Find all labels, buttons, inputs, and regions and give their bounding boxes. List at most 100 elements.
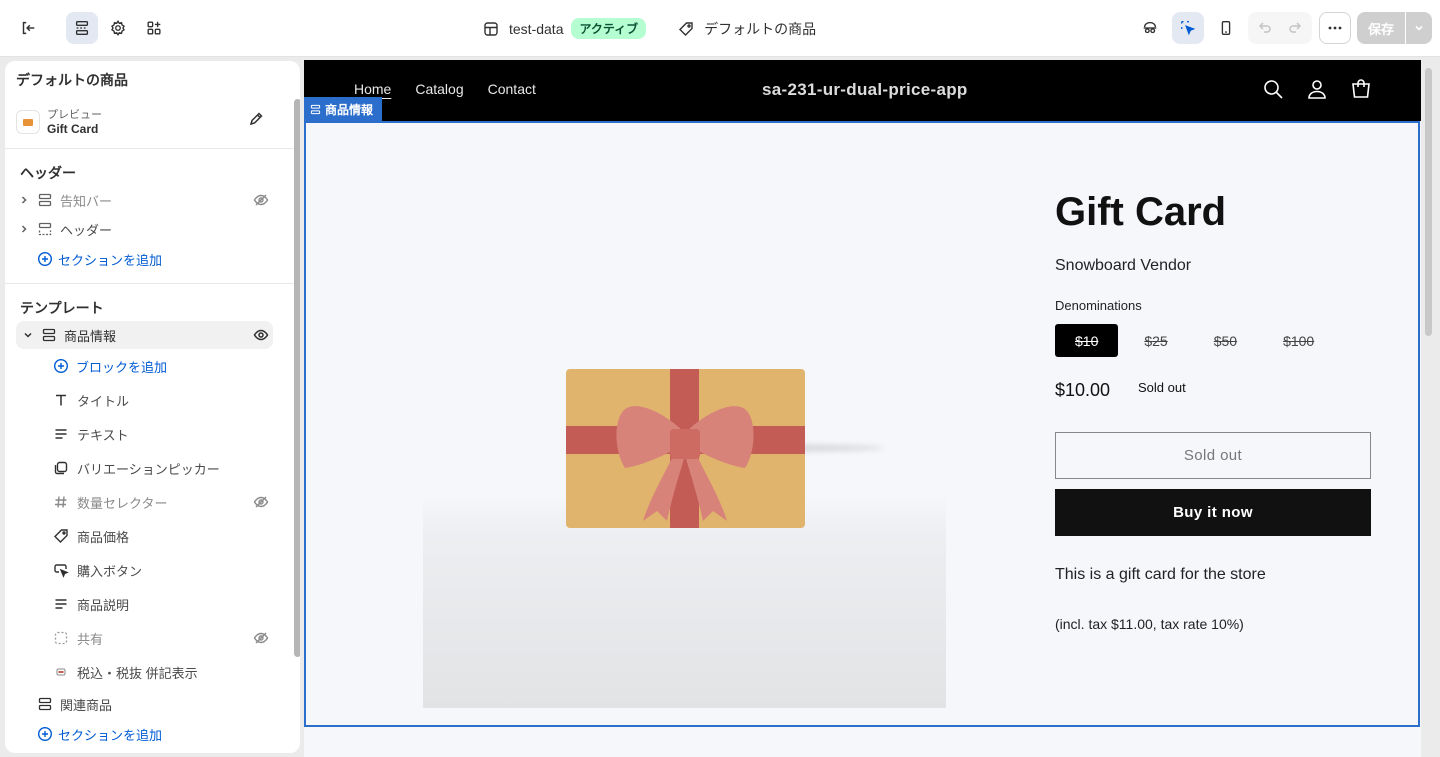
apps-icon bbox=[147, 21, 161, 35]
block-label: 商品価格 bbox=[77, 529, 130, 545]
chevron-right-icon[interactable] bbox=[18, 194, 30, 206]
sidebar-item-product-info[interactable]: 商品情報 bbox=[16, 321, 273, 349]
block-item-description[interactable]: 商品説明 bbox=[16, 590, 273, 618]
layout-icon bbox=[484, 21, 498, 36]
theme-name: test-data bbox=[509, 20, 564, 37]
eye-icon[interactable] bbox=[253, 327, 269, 343]
editor-topbar: test-data アクティブ デフォルトの商品 保存 bbox=[0, 0, 1440, 57]
block-label: 購入ボタン bbox=[77, 563, 143, 579]
align-left-icon bbox=[55, 429, 67, 439]
nav-catalog-link[interactable]: Catalog bbox=[415, 81, 463, 97]
sections-icon bbox=[75, 21, 89, 35]
hash-icon bbox=[55, 496, 67, 508]
eye-hidden-icon[interactable] bbox=[253, 192, 269, 208]
sidebar-scrollbar[interactable] bbox=[294, 99, 300, 657]
denomination-picker: $10 $25 $50 $100 bbox=[1055, 324, 1340, 357]
section-icon bbox=[310, 104, 321, 114]
sold-out-badge: Sold out bbox=[1138, 380, 1186, 395]
tag-icon bbox=[679, 21, 693, 36]
nav-home-link[interactable]: Home bbox=[354, 81, 391, 97]
theme-settings-button[interactable] bbox=[102, 12, 134, 44]
chevron-down-icon[interactable] bbox=[22, 329, 34, 341]
sections-tab-button[interactable] bbox=[66, 12, 98, 44]
exit-icon bbox=[22, 21, 35, 35]
block-item-share[interactable]: 共有 bbox=[16, 624, 273, 652]
preview-label: プレビュー bbox=[47, 108, 102, 121]
block-label: タイトル bbox=[77, 393, 130, 409]
sold-out-button[interactable]: Sold out bbox=[1055, 432, 1371, 479]
preview-value: Gift Card bbox=[47, 121, 99, 136]
section-icon bbox=[38, 697, 52, 711]
section-label-tag[interactable]: 商品情報 bbox=[304, 97, 382, 121]
undo-button[interactable] bbox=[1248, 12, 1280, 44]
template-selector[interactable]: デフォルトの商品 bbox=[678, 19, 816, 39]
mobile-view-button[interactable] bbox=[1210, 12, 1242, 44]
theme-selector[interactable]: test-data アクティブ デフォルトの商品 bbox=[483, 18, 816, 39]
plus-circle-icon bbox=[37, 726, 53, 742]
preview-scrollbar[interactable] bbox=[1425, 68, 1432, 336]
sidebar-item-label: 告知バー bbox=[60, 193, 113, 209]
sidebar-item-related-products[interactable]: 関連商品 bbox=[16, 690, 273, 718]
nav-contact-link[interactable]: Contact bbox=[488, 81, 536, 97]
block-label: バリエーションピッカー bbox=[77, 461, 220, 477]
align-left-icon bbox=[55, 599, 67, 609]
add-section-label: セクションを追加 bbox=[58, 252, 163, 268]
block-item-title[interactable]: タイトル bbox=[16, 386, 273, 414]
block-item-variant-picker[interactable]: バリエーションピッカー bbox=[16, 454, 273, 482]
exit-button[interactable] bbox=[12, 12, 44, 44]
product-vendor: Snowboard Vendor bbox=[1055, 257, 1192, 274]
variant-icon bbox=[54, 461, 68, 475]
pencil-icon[interactable] bbox=[248, 111, 264, 127]
denomination-option-selected[interactable]: $10 bbox=[1055, 324, 1119, 357]
block-item-buy-buttons[interactable]: 購入ボタン bbox=[16, 556, 273, 584]
denomination-option[interactable]: $100 bbox=[1263, 324, 1334, 357]
section-icon bbox=[42, 328, 56, 342]
block-item-product-price[interactable]: 商品価格 bbox=[16, 522, 273, 550]
account-icon[interactable] bbox=[1306, 78, 1328, 100]
plus-circle-icon bbox=[53, 358, 69, 374]
save-button[interactable]: 保存 bbox=[1357, 12, 1405, 44]
redo-button[interactable] bbox=[1280, 12, 1312, 44]
store-header: Home Catalog Contact sa-231-ur-dual-pric… bbox=[304, 60, 1421, 121]
share-frame-icon bbox=[54, 631, 68, 645]
add-header-section-button[interactable]: セクションを追加 bbox=[16, 245, 273, 273]
denomination-option[interactable]: $50 bbox=[1194, 324, 1257, 357]
denomination-option[interactable]: $25 bbox=[1124, 324, 1187, 357]
inspector-button[interactable] bbox=[1134, 12, 1166, 44]
apps-button[interactable] bbox=[138, 12, 170, 44]
add-block-button[interactable]: ブロックを追加 bbox=[16, 352, 273, 380]
product-price: $10.00 bbox=[1055, 380, 1111, 400]
add-template-section-button[interactable]: セクションを追加 bbox=[16, 720, 273, 748]
store-name[interactable]: sa-231-ur-dual-price-app bbox=[762, 80, 968, 100]
block-label: テキスト bbox=[77, 427, 129, 443]
eye-hidden-icon[interactable] bbox=[253, 494, 269, 510]
mobile-icon bbox=[1221, 21, 1231, 35]
app-block-icon bbox=[56, 668, 66, 676]
gear-icon bbox=[111, 19, 125, 37]
search-icon[interactable] bbox=[1262, 78, 1284, 100]
sidebar-item-announcement-bar[interactable]: 告知バー bbox=[16, 186, 273, 214]
text-icon bbox=[56, 394, 66, 406]
section-icon bbox=[38, 193, 52, 207]
block-item-quantity-selector[interactable]: 数量セレクター bbox=[16, 488, 273, 516]
header-section-icon bbox=[38, 222, 52, 236]
buy-it-now-button[interactable]: Buy it now bbox=[1055, 489, 1371, 536]
preview-product-selector[interactable]: プレビュー Gift Card bbox=[16, 107, 276, 137]
template-name: デフォルトの商品 bbox=[704, 20, 817, 37]
theme-status-badge: アクティブ bbox=[571, 18, 647, 39]
more-actions-button[interactable] bbox=[1319, 12, 1351, 44]
sidebar-title: デフォルトの商品 bbox=[16, 72, 128, 88]
cursor-button-icon bbox=[54, 564, 69, 578]
block-item-text[interactable]: テキスト bbox=[16, 420, 273, 448]
product-description: This is a gift card for the store bbox=[1055, 566, 1266, 583]
sidebar-item-label: ヘッダー bbox=[60, 222, 113, 238]
save-options-button[interactable] bbox=[1406, 12, 1432, 44]
eye-hidden-icon[interactable] bbox=[253, 630, 269, 646]
block-item-tax-display-app[interactable]: 税込・税抜 併記表示 bbox=[16, 658, 273, 686]
cart-icon[interactable] bbox=[1350, 78, 1372, 100]
chevron-right-icon[interactable] bbox=[18, 223, 30, 235]
sidebar-item-header[interactable]: ヘッダー bbox=[16, 215, 273, 243]
redo-icon bbox=[1289, 22, 1302, 33]
block-label: 数量セレクター bbox=[77, 495, 168, 511]
select-element-button[interactable] bbox=[1172, 12, 1204, 44]
